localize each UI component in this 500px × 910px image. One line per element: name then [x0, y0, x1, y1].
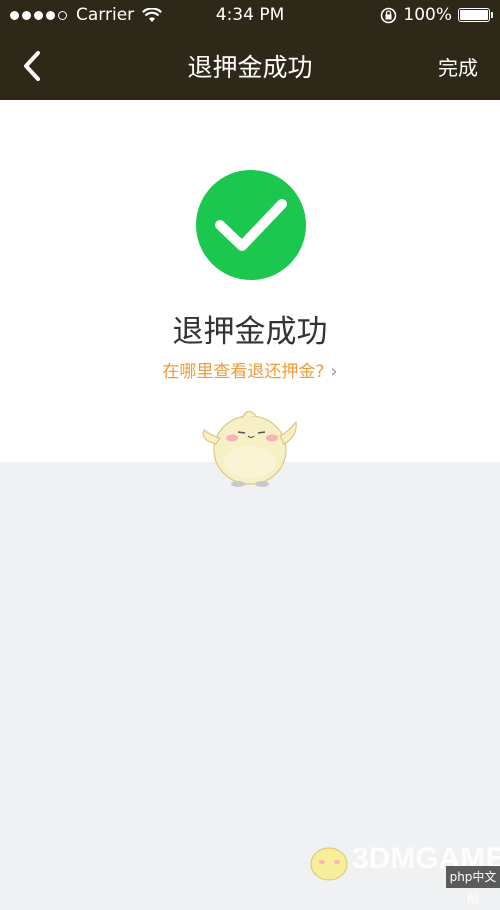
check-circle-icon: [196, 170, 306, 280]
watermark-mascot-icon: [310, 847, 348, 881]
help-link-label: 在哪里查看退还押金?: [162, 362, 325, 382]
nav-bar: 退押金成功 完成: [0, 32, 500, 100]
status-right: 100%: [380, 5, 493, 25]
chevron-right-icon: ›: [330, 361, 338, 382]
chevron-left-icon: [24, 51, 40, 81]
page-title: 退押金成功: [187, 53, 313, 82]
watermark: 3DMGAME php中文网: [304, 832, 500, 906]
battery-icon: [458, 8, 493, 22]
done-button[interactable]: 完成: [438, 52, 478, 81]
deposit-help-link[interactable]: 在哪里查看退还押金? ›: [0, 357, 500, 382]
result-title: 退押金成功: [172, 314, 328, 350]
back-button[interactable]: [14, 48, 54, 84]
status-bar: Carrier 4:34 PM 100%: [0, 0, 500, 32]
watermark-badge: php中文网: [446, 866, 500, 906]
mascot-icon: [202, 410, 297, 487]
top-header: Carrier 4:34 PM 100% 退押金成功 完成: [0, 0, 500, 100]
rotation-lock-icon: [381, 7, 397, 23]
battery-percent: 100%: [403, 5, 452, 25]
